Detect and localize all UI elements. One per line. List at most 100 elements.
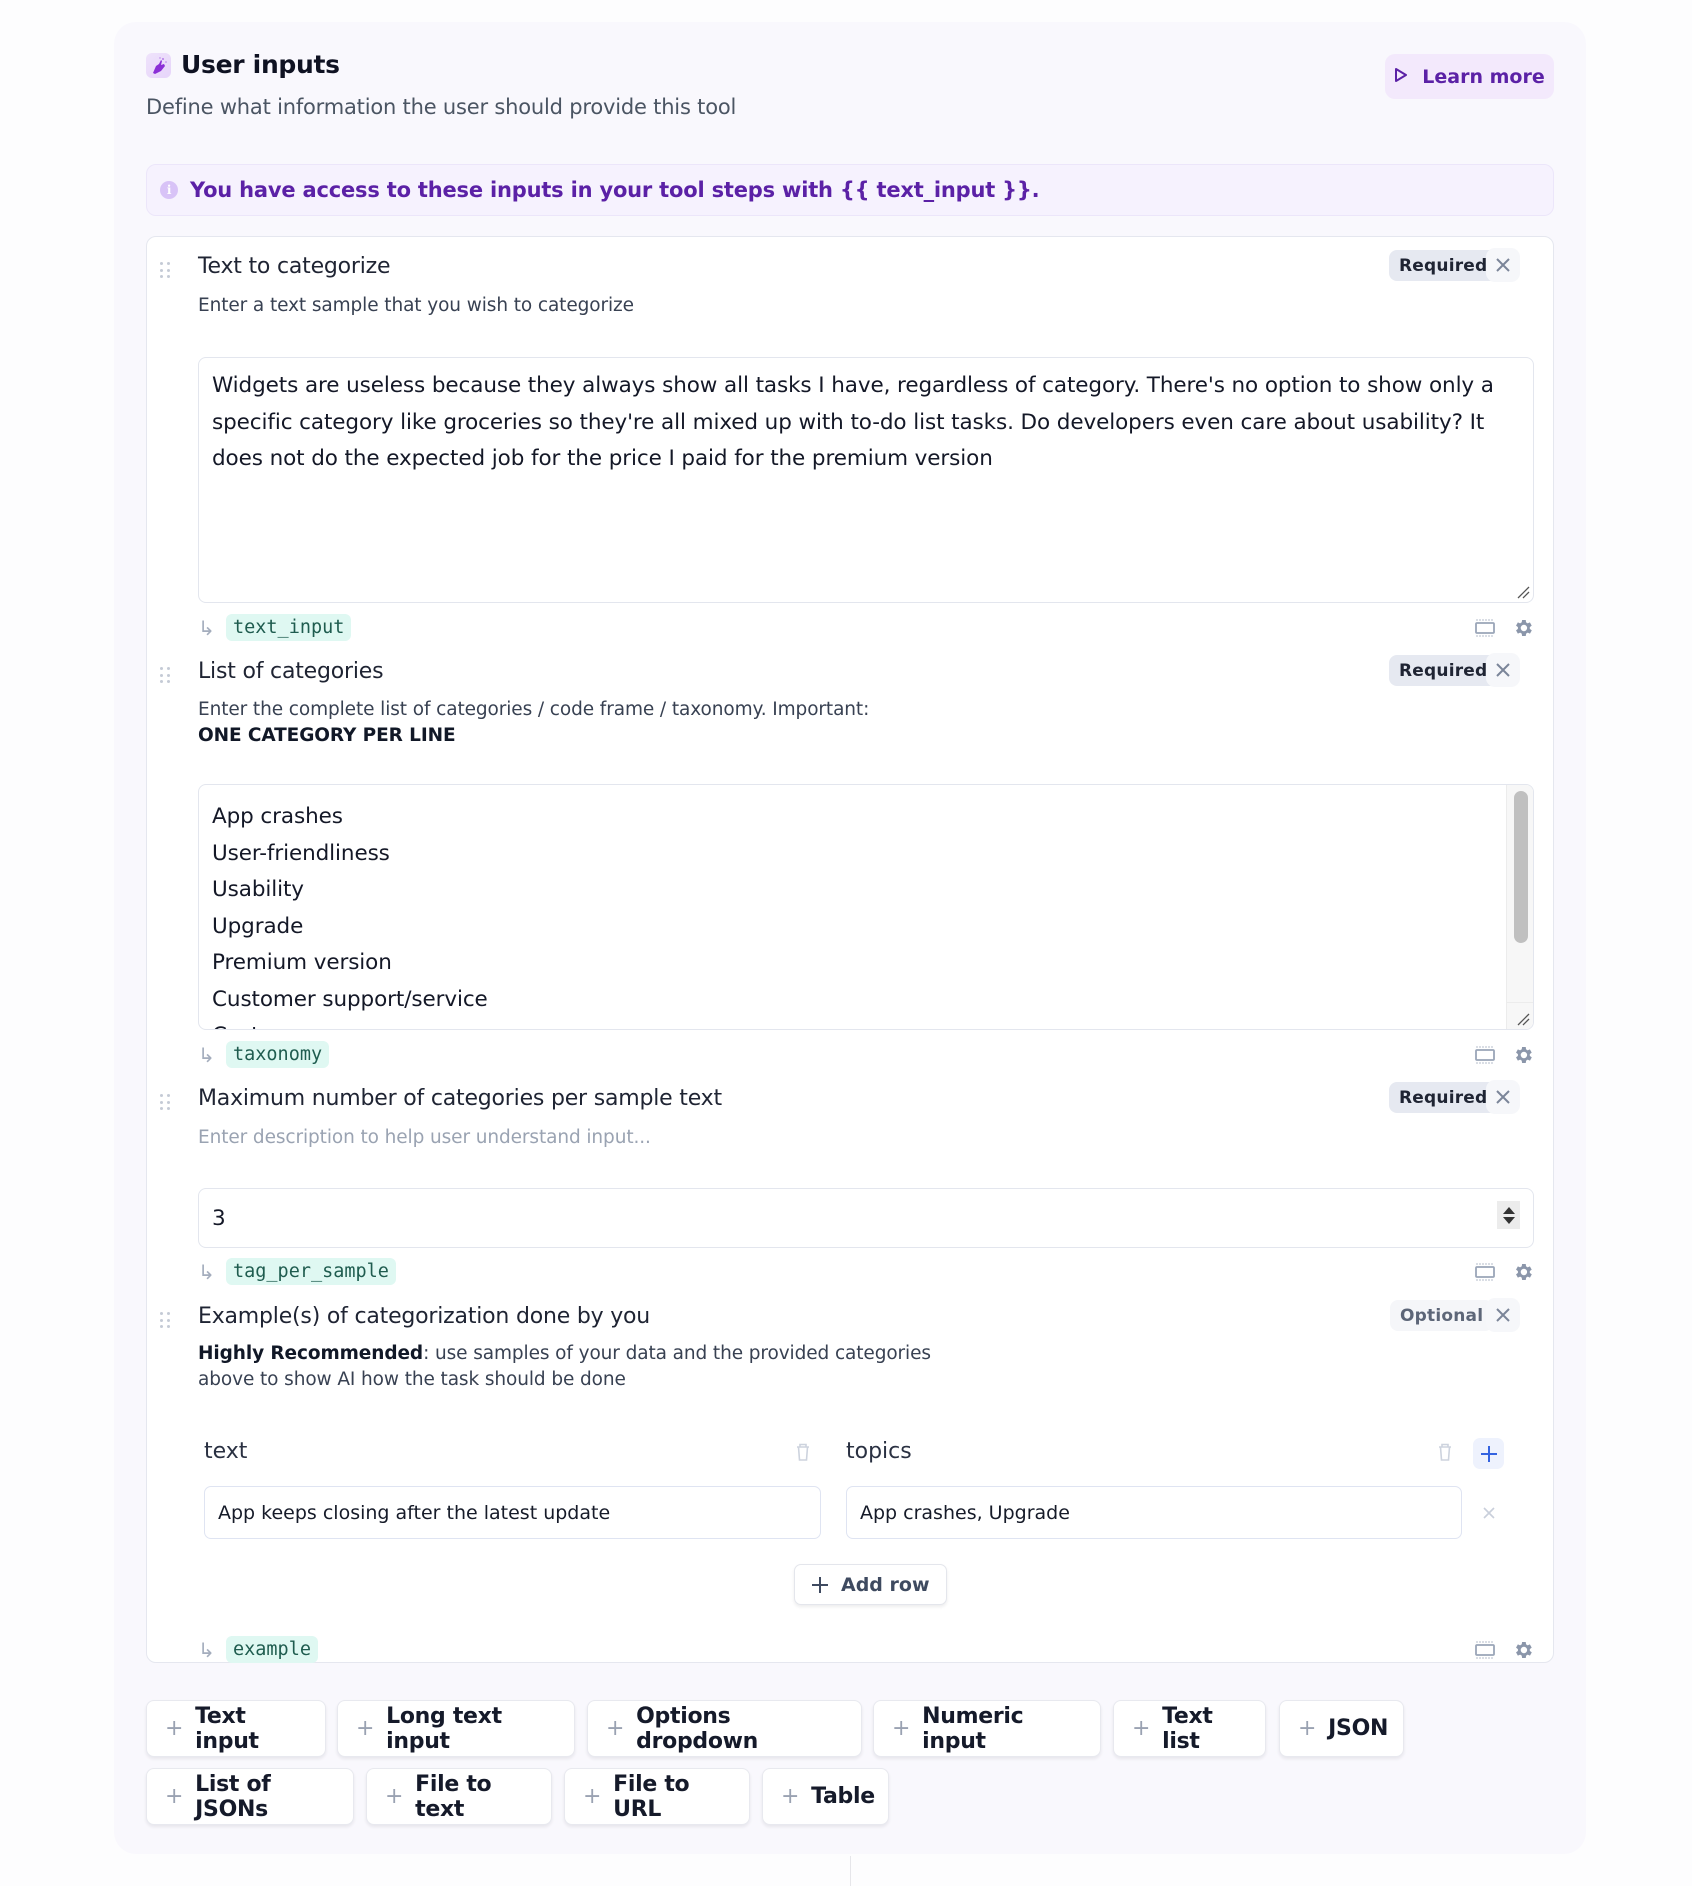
layout-icon[interactable] <box>1474 1262 1496 1282</box>
close-icon <box>1496 1308 1510 1322</box>
delete-row-button[interactable] <box>1482 1505 1496 1524</box>
layout-icon[interactable] <box>1474 1640 1496 1660</box>
variable-tag[interactable]: text_input <box>226 614 352 641</box>
add-table-button[interactable]: + Table <box>762 1768 889 1825</box>
categories-textarea[interactable]: App crashes User-friendliness Usability Upg… <box>198 784 1534 1030</box>
add-json-button[interactable]: + JSON <box>1279 1700 1404 1757</box>
category-line: Upgrade <box>212 913 304 939</box>
drag-handle-icon[interactable] <box>160 262 172 280</box>
close-icon <box>1496 1090 1510 1104</box>
remove-field-button[interactable] <box>1486 653 1520 687</box>
spinner-up-icon[interactable] <box>1502 1206 1515 1214</box>
variable-row: ↳ tag_per_sample <box>198 1258 396 1285</box>
plus-icon: + <box>1298 1716 1317 1741</box>
button-label: Table <box>811 1784 875 1809</box>
drag-handle-icon[interactable] <box>160 1094 172 1112</box>
button-label: Numeric input <box>922 1703 1024 1754</box>
add-list-of-jsons-button[interactable]: + List of JSONs <box>146 1768 354 1825</box>
gear-icon[interactable] <box>1512 1261 1534 1283</box>
add-text-input-button[interactable]: + Text input <box>146 1700 326 1757</box>
plus-icon: + <box>165 1784 184 1809</box>
close-icon <box>1496 663 1510 677</box>
layout-icon[interactable] <box>1474 618 1496 638</box>
plus-icon <box>1480 1445 1497 1462</box>
field-description-placeholder[interactable]: Enter description to help user understan… <box>198 1125 651 1151</box>
plus-icon: + <box>781 1784 800 1809</box>
resize-handle-icon[interactable] <box>1516 585 1530 599</box>
return-arrow-icon: ↳ <box>198 615 215 640</box>
divider-line <box>850 1856 851 1886</box>
category-line: Customer support/service <box>212 986 488 1012</box>
resize-handle-icon[interactable] <box>1516 1012 1530 1026</box>
max-categories-number-input[interactable]: 3 <box>198 1188 1534 1248</box>
add-file-to-text-button[interactable]: + File to text <box>366 1768 552 1825</box>
button-label: Text input <box>195 1703 259 1754</box>
gear-icon[interactable] <box>1512 1639 1534 1661</box>
categories-lines: App crashes User-friendliness Usability Upg… <box>212 799 1520 1029</box>
field-tools <box>1474 617 1534 639</box>
cell-value: App keeps closing after the latest updat… <box>218 1501 611 1524</box>
variable-tag[interactable]: taxonomy <box>226 1041 330 1068</box>
remove-field-button[interactable] <box>1486 1298 1520 1332</box>
optional-badge: Optional <box>1390 1300 1494 1331</box>
drag-handle-icon[interactable] <box>160 1312 172 1330</box>
plus-icon: + <box>606 1716 625 1741</box>
field-description-emphasis: ONE CATEGORY PER LINE <box>198 725 456 746</box>
remove-field-button[interactable] <box>1486 1080 1520 1114</box>
learn-more-button[interactable]: Learn more <box>1385 54 1554 99</box>
textarea-value: Widgets are useless because they always … <box>212 373 1494 471</box>
close-icon <box>1496 258 1510 272</box>
cell-value: App crashes, Upgrade <box>860 1501 1070 1524</box>
column-header-text: text <box>204 1439 248 1464</box>
text-to-categorize-textarea[interactable]: Widgets are useless because they always … <box>198 357 1534 603</box>
field-tools <box>1474 1639 1534 1661</box>
add-text-list-button[interactable]: + Text list <box>1113 1700 1266 1757</box>
variable-row: ↳ example <box>198 1636 318 1663</box>
gear-icon[interactable] <box>1512 617 1534 639</box>
drag-handle-icon[interactable] <box>160 667 172 685</box>
layout-icon[interactable] <box>1474 1045 1496 1065</box>
return-arrow-icon: ↳ <box>198 1637 215 1662</box>
button-label: File to text <box>415 1771 492 1822</box>
required-badge: Required <box>1389 250 1498 281</box>
scrollbar[interactable] <box>1506 785 1533 1029</box>
return-arrow-icon: ↳ <box>198 1042 215 1067</box>
category-line: User-friendliness <box>212 840 390 866</box>
add-column-button[interactable] <box>1473 1438 1504 1469</box>
variable-tag[interactable]: example <box>226 1636 318 1663</box>
trash-icon <box>1439 1443 1451 1461</box>
add-file-to-url-button[interactable]: + File to URL <box>564 1768 750 1825</box>
table-cell-topics[interactable]: App crashes, Upgrade <box>846 1486 1462 1539</box>
hand-sparkle-icon <box>146 53 171 78</box>
field-title: List of categories <box>198 659 384 684</box>
variable-row: ↳ taxonomy <box>198 1041 330 1068</box>
table-cell-text[interactable]: App keeps closing after the latest updat… <box>204 1486 821 1539</box>
add-options-dropdown-button[interactable]: + Options dropdown <box>587 1700 862 1757</box>
category-line: Usability <box>212 877 304 902</box>
spinner-down-icon[interactable] <box>1502 1216 1515 1224</box>
trash-icon <box>797 1443 809 1461</box>
delete-column-text-button[interactable] <box>795 1442 811 1466</box>
field-title: Example(s) of categorization done by you <box>198 1304 651 1329</box>
category-line: App crashes <box>212 804 343 829</box>
number-spinner[interactable] <box>1497 1201 1520 1229</box>
field-description: Enter the complete list of categories / … <box>198 697 869 749</box>
scrollbar-thumb[interactable] <box>1514 791 1528 943</box>
column-header-topics: topics <box>846 1439 912 1464</box>
plus-icon <box>812 1576 828 1593</box>
add-row-button[interactable]: Add row <box>794 1564 947 1605</box>
variable-tag[interactable]: tag_per_sample <box>226 1258 396 1285</box>
add-long-text-input-button[interactable]: + Long text input <box>337 1700 575 1757</box>
delete-column-topics-button[interactable] <box>1437 1442 1453 1466</box>
page-subtitle: Define what information the user should … <box>146 95 737 119</box>
add-numeric-input-button[interactable]: + Numeric input <box>873 1700 1101 1757</box>
inputs-card: Text to categorize Required Enter a text… <box>146 236 1554 1663</box>
button-label: File to URL <box>613 1771 690 1822</box>
field-description-text: Enter the complete list of categories / … <box>198 699 870 720</box>
variable-row: ↳ text_input <box>198 614 352 641</box>
button-label: List of JSONs <box>195 1771 271 1822</box>
remove-field-button[interactable] <box>1486 248 1520 282</box>
gear-icon[interactable] <box>1512 1044 1534 1066</box>
category-line: Cost <box>212 1018 1520 1029</box>
plus-icon: + <box>385 1784 404 1809</box>
